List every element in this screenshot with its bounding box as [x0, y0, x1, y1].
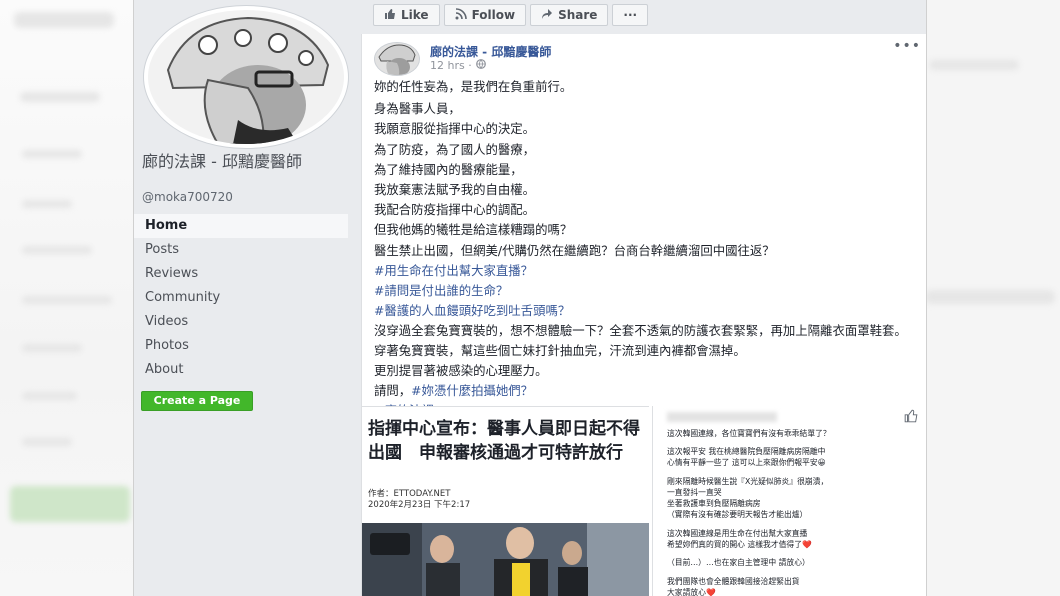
chat-line: 大家請放心❤️	[667, 588, 716, 596]
hashtag-link[interactable]: #醫護的人血饅頭好吃到吐舌頭嗎？	[374, 302, 919, 320]
share-arrow-icon	[541, 8, 553, 23]
like-label: Like	[401, 8, 429, 22]
post-line: 但我他媽的犧牲是給這樣糟蹋的嗎？	[374, 222, 573, 237]
more-actions-button[interactable]: ···	[612, 4, 649, 26]
globe-icon	[475, 59, 486, 72]
post-author-name[interactable]: 廊的法課 - 邱黯慶醫師	[430, 43, 551, 60]
nav-videos[interactable]: Videos	[134, 310, 348, 334]
blurred-right-background	[925, 0, 1060, 596]
blurred-username	[667, 412, 777, 422]
follow-label: Follow	[471, 8, 516, 22]
blurred-left-background	[0, 0, 133, 596]
post-line: 妳的任性妄為，是我們在負重前行。	[374, 79, 573, 94]
thumbs-up-icon	[384, 8, 396, 23]
facebook-page-screenshot: 廊的法課 - 邱黯慶醫師 @moka700720 Home Posts Revi…	[133, 0, 927, 596]
chat-line: 這次韓國連線，各位寶寶們有沒有乖乖結單了？	[667, 429, 831, 438]
nav-reviews[interactable]: Reviews	[134, 262, 348, 286]
news-photo	[362, 523, 649, 596]
post-line: 我放棄憲法賦予我的自由權。	[374, 182, 536, 197]
post-line: 身為醫事人員，	[374, 101, 461, 116]
nav-home[interactable]: Home	[134, 214, 348, 238]
chat-line: （實際有沒有確診要明天報告才能出爐）	[667, 510, 808, 519]
share-label: Share	[558, 8, 598, 22]
hashtag-link[interactable]: #請問是付出誰的生命？	[374, 282, 919, 300]
page-action-bar: Like Follow Share ···	[373, 4, 649, 26]
rss-icon	[455, 7, 467, 23]
post-line: 為了維持國內的醫療能量，	[374, 162, 523, 177]
share-button[interactable]: Share	[530, 4, 609, 26]
page-title: 廊的法課 - 邱黯慶醫師	[142, 152, 302, 171]
post-line: 請問，#妳憑什麼拍攝她們？	[374, 382, 919, 400]
news-source: 作者：ETTODAY.NET 2020年2月23日 下午2:17	[368, 489, 470, 511]
thumbs-up-icon	[904, 409, 918, 427]
chat-line: 坐著救護車到負壓隔離病房	[667, 499, 761, 508]
profile-picture[interactable]	[144, 6, 348, 148]
news-image-attachment[interactable]: 指揮中心宣布：醫事人員即日起不得出國 申報審核通過才可特許放行 作者：ETTOD…	[362, 406, 649, 596]
post-line: 我配合防疫指揮中心的調配。	[374, 202, 536, 217]
hashtag-link[interactable]: #妳憑什麼拍攝她們？	[411, 383, 533, 398]
chat-line: 心情有平靜一些了 這可以上來跟你們報平安😀	[667, 458, 826, 467]
follow-button[interactable]: Follow	[443, 4, 527, 26]
page-sidebar: 廊的法課 - 邱黯慶醫師 @moka700720 Home Posts Revi…	[134, 0, 360, 596]
chat-line: （目前…）…也在家自主管理中 請放心）	[667, 558, 810, 567]
chat-screenshot-attachment[interactable]: 這次韓國連線，各位寶寶們有沒有乖乖結單了？ 這次報平安 我在桃總醫院負壓隔離病房…	[652, 406, 926, 596]
post-time-text: 12 hrs ·	[430, 59, 472, 72]
news-author: 作者：ETTODAY.NET	[368, 489, 451, 499]
create-page-button[interactable]: Create a Page	[141, 391, 253, 411]
chat-line: 我們團隊也會全體跟韓國接洽趕緊出貨	[667, 577, 800, 586]
nav-posts[interactable]: Posts	[134, 238, 348, 262]
nav-photos[interactable]: Photos	[134, 334, 348, 358]
post-line-text: 請問，	[374, 383, 412, 398]
post-line: 為了防疫，為了國人的醫療，	[374, 142, 536, 157]
post-line: 我願意服從指揮中心的決定。	[374, 121, 536, 136]
page-handle[interactable]: @moka700720	[142, 190, 233, 204]
page-nav: Home Posts Reviews Community Videos Phot…	[134, 214, 348, 382]
chat-line: 這次報平安 我在桃總醫院負壓隔離病房隔離中	[667, 447, 826, 456]
hashtag-link[interactable]: #用生命在付出幫大家直播？	[374, 262, 919, 280]
post-timestamp[interactable]: 12 hrs ·	[430, 59, 486, 72]
chat-line: 這次韓國連線是用生命在付出幫大家直播	[667, 529, 808, 538]
post-author-avatar[interactable]	[374, 42, 420, 76]
chat-line: 一直發抖一直哭	[667, 488, 722, 497]
news-date: 2020年2月23日 下午2:17	[368, 500, 471, 510]
chat-line: 希望妳們真的買的開心 這樣我才值得了❤️	[667, 540, 812, 549]
post-text: 妳的任性妄為，是我們在負重前行。 身為醫事人員， 我願意服從指揮中心的決定。 為…	[374, 78, 919, 422]
chat-line: 剛來隔離時候醫生說『X光疑似肺炎』很崩潰，	[667, 477, 829, 486]
post-options-button[interactable]: •••	[893, 38, 921, 54]
nav-community[interactable]: Community	[134, 286, 348, 310]
news-headline: 指揮中心宣布：醫事人員即日起不得出國 申報審核通過才可特許放行	[368, 419, 640, 463]
post-line: 更別提冒著被感染的心理壓力。	[374, 363, 548, 378]
post-line: 穿著兔寶寶裝，幫這些個亡妹打針抽血完，汗流到連內褲都會濕掉。	[374, 343, 746, 358]
post-card: 廊的法課 - 邱黯慶醫師 12 hrs · ••• 妳的任性妄為，是我們在負重前…	[361, 34, 926, 596]
post-line: 醫生禁止出國，但網美/代購仍然在繼續跑？台商台幹繼續溜回中國往返？	[374, 243, 775, 258]
nav-about[interactable]: About	[134, 358, 348, 382]
post-line: 沒穿過全套兔寶寶裝的，想不想體驗一下？全套不透氣的防護衣套緊緊，再加上隔離衣面罩…	[374, 323, 907, 338]
like-button[interactable]: Like	[373, 4, 440, 26]
